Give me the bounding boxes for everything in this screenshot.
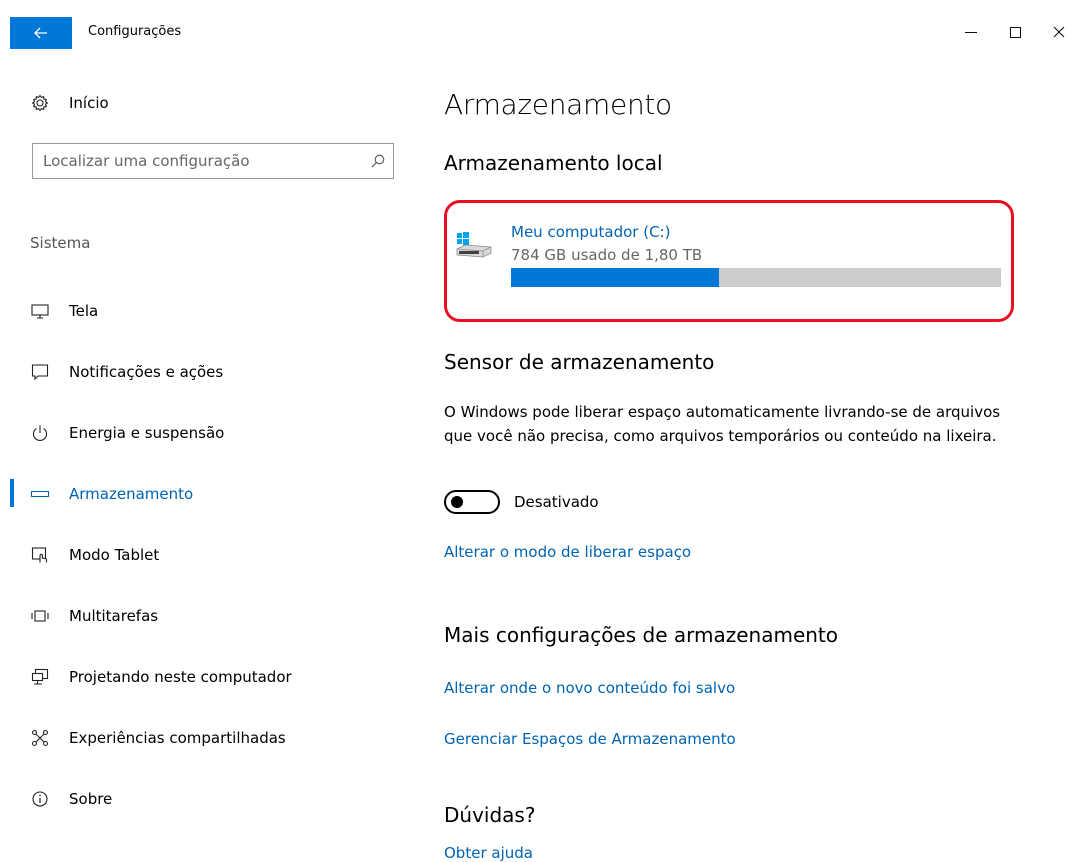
sidebar-item-label: Multitarefas [69,606,159,625]
drive-usage-text: 784 GB usado de 1,80 TB [511,246,703,264]
sidebar: Início Sistema Tela Notificações e ações [0,48,410,862]
sidebar-item-experiencias[interactable]: Experiências compartilhadas [0,707,410,768]
search-input[interactable] [33,144,363,178]
tablet-mode-icon [30,545,50,565]
power-icon [30,423,50,443]
maximize-button[interactable] [1000,22,1030,42]
sidebar-item-multitarefas[interactable]: Multitarefas [0,585,410,646]
storage-sense-heading: Sensor de armazenamento [444,350,715,374]
drive-name[interactable]: Meu computador (C:) [511,223,670,241]
sidebar-item-label: Tela [69,301,99,320]
notification-icon [30,362,50,382]
search-icon[interactable] [363,144,393,178]
selection-indicator [10,479,14,507]
nav-list: Tela Notificações e ações Energia e susp… [0,280,410,829]
storage-sense-toggle-row: Desativado [444,490,599,514]
sidebar-item-energia[interactable]: Energia e suspensão [0,402,410,463]
get-help-link[interactable]: Obter ajuda [444,844,533,862]
projecting-icon [30,667,50,687]
close-icon [1053,26,1065,38]
close-button[interactable] [1044,22,1066,42]
page-title: Armazenamento [444,88,672,121]
drive-usage-bar-fill [511,268,720,287]
nav-home-label: Início [69,94,109,112]
search-box[interactable] [32,143,394,179]
sidebar-item-label: Notificações e ações [69,362,224,381]
help-heading: Dúvidas? [444,803,536,827]
sidebar-item-label: Energia e suspensão [69,423,225,442]
sidebar-item-tela[interactable]: Tela [0,280,410,341]
monitor-icon [30,301,50,321]
sidebar-item-projetando[interactable]: Projetando neste computador [0,646,410,707]
app-title: Configurações [88,24,182,39]
gear-icon [30,93,50,113]
drive-card-c[interactable]: Meu computador (C:) 784 GB usado de 1,80… [444,200,1014,322]
sidebar-item-label: Modo Tablet [69,545,160,564]
shared-experiences-icon [30,728,50,748]
title-bar: Configurações [0,0,1066,49]
nav-home[interactable]: Início [30,90,109,116]
sidebar-item-label: Sobre [69,789,113,808]
sidebar-item-modo-tablet[interactable]: Modo Tablet [0,524,410,585]
minimize-button[interactable] [956,22,986,42]
section-title: Sistema [30,234,91,252]
storage-sense-toggle[interactable] [444,490,500,514]
sidebar-item-label: Projetando neste computador [69,667,292,686]
windows-drive-icon [455,231,493,263]
arrow-left-icon [34,27,47,39]
maximize-icon [1009,26,1021,38]
toggle-knob [451,496,463,508]
toggle-state-label: Desativado [514,493,599,511]
multitasking-icon [30,606,50,626]
storage-sense-description: O Windows pode liberar espaço automatica… [444,403,1001,445]
more-settings-heading: Mais configurações de armazenamento [444,623,839,647]
sidebar-item-sobre[interactable]: Sobre [0,768,410,829]
sidebar-item-label: Experiências compartilhadas [69,728,286,747]
change-save-location-link[interactable]: Alterar onde o novo conteúdo foi salvo [444,679,735,697]
minimize-icon [965,31,977,33]
sidebar-item-armazenamento[interactable]: Armazenamento [0,463,410,524]
local-storage-heading: Armazenamento local [444,151,663,175]
drive-usage-bar [511,268,1001,287]
sidebar-item-label: Armazenamento [69,484,194,503]
manage-storage-spaces-link[interactable]: Gerenciar Espaços de Armazenamento [444,730,736,748]
sidebar-item-notificacoes[interactable]: Notificações e ações [0,341,410,402]
back-button[interactable] [10,17,72,49]
change-free-space-link[interactable]: Alterar o modo de liberar espaço [444,543,691,561]
info-icon [30,789,50,809]
storage-icon [30,484,50,504]
